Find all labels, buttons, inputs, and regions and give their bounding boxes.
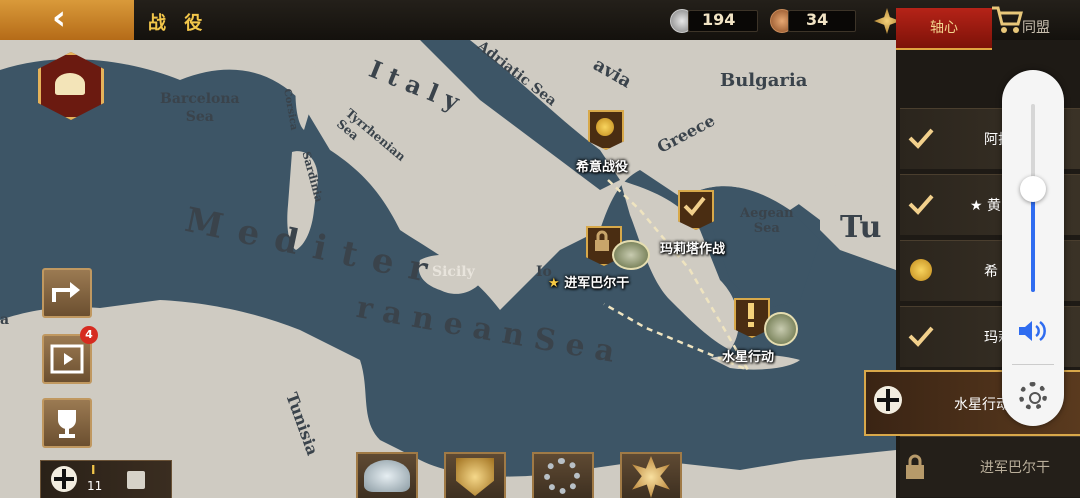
campaign-label-balkans[interactable]: ★ 进军巴尔干 (548, 272, 629, 291)
map-label-sicily: Sicily (432, 264, 475, 280)
share-icon (52, 282, 80, 302)
campaign-label-greco-italian[interactable]: 希意战役 (576, 156, 628, 175)
back-button[interactable]: ‹ (0, 0, 134, 40)
film-icon (50, 344, 84, 374)
airforce-unit-icon (764, 312, 798, 346)
checkmark-icon (908, 128, 934, 149)
campaign-label-marita[interactable]: 玛莉塔作战 (660, 238, 725, 257)
trophy-icon (58, 410, 76, 438)
tab-allies[interactable]: 同盟 (992, 8, 1080, 48)
officer-cap-icon (364, 460, 410, 492)
volume-overlay (1002, 70, 1064, 426)
video-button[interactable]: 4 (42, 326, 98, 384)
side-list-label: 希 (984, 264, 998, 280)
map-label-aegean-sea: Aegean Sea (740, 206, 794, 236)
back-arrow-icon: ‹ (52, 0, 67, 38)
bronze-medal-value: 34 (806, 10, 829, 29)
gear-wrench-icon (544, 458, 580, 494)
checkmark-icon (683, 196, 706, 216)
save-roman: I (91, 463, 96, 477)
gear-icon[interactable] (1019, 382, 1047, 410)
map-label-barcelona-sea: Barcelona Sea (160, 91, 240, 125)
tank-icon (612, 240, 650, 270)
alert-icon (748, 303, 754, 319)
iron-cross-icon (51, 466, 77, 492)
volume-slider-knob[interactable] (1020, 175, 1046, 202)
iron-cross-icon (874, 386, 902, 414)
page-title: 战 役 (148, 13, 209, 34)
campaign-label-mercury[interactable]: 水星行动 (722, 346, 774, 365)
map-label-a: a (0, 312, 10, 328)
side-list-label: ★ 黄 (970, 198, 1002, 214)
silver-medal-value: 194 (702, 10, 736, 29)
medal-icon (632, 456, 670, 498)
unit-badge-icon (456, 458, 494, 496)
speaker-icon[interactable] (1017, 318, 1049, 344)
share-button[interactable] (42, 268, 92, 318)
silver-medal-counter: 194 (668, 8, 758, 33)
lock-icon (906, 454, 924, 479)
nav-medals[interactable]: 奖章 (620, 452, 682, 498)
officer-cap-icon (55, 73, 85, 95)
save-number: 11 (87, 479, 103, 493)
nav-tech[interactable]: 科技 (532, 452, 594, 498)
side-list-item[interactable]: 进军巴尔干 (900, 436, 1080, 497)
volume-slider-track[interactable] (1020, 104, 1046, 292)
save-slot[interactable]: I 11 (40, 460, 172, 498)
side-list-label: 进军巴尔干 (980, 460, 1050, 476)
bronze-medal-counter: 34 (768, 8, 858, 33)
volume-slider-fill (1031, 188, 1035, 292)
checkmark-icon (908, 194, 934, 215)
save-disk-icon[interactable] (127, 471, 145, 489)
nav-units[interactable]: 部队 (444, 452, 506, 498)
medal-icon (910, 259, 932, 281)
map-label-bulgaria: Bulgaria (720, 70, 808, 91)
checkmark-icon (908, 326, 934, 347)
map-label-turkey: Tu (840, 210, 882, 245)
notification-badge: 4 (80, 326, 98, 344)
medal-icon (596, 118, 614, 136)
tab-axis[interactable]: 轴心 (896, 8, 992, 50)
trophy-button[interactable] (42, 398, 92, 448)
campaign-map[interactable]: Barcelona Sea Corsica Sardinia Tyrrhenia… (0, 40, 896, 498)
nav-generals[interactable]: 将领 (356, 452, 418, 498)
